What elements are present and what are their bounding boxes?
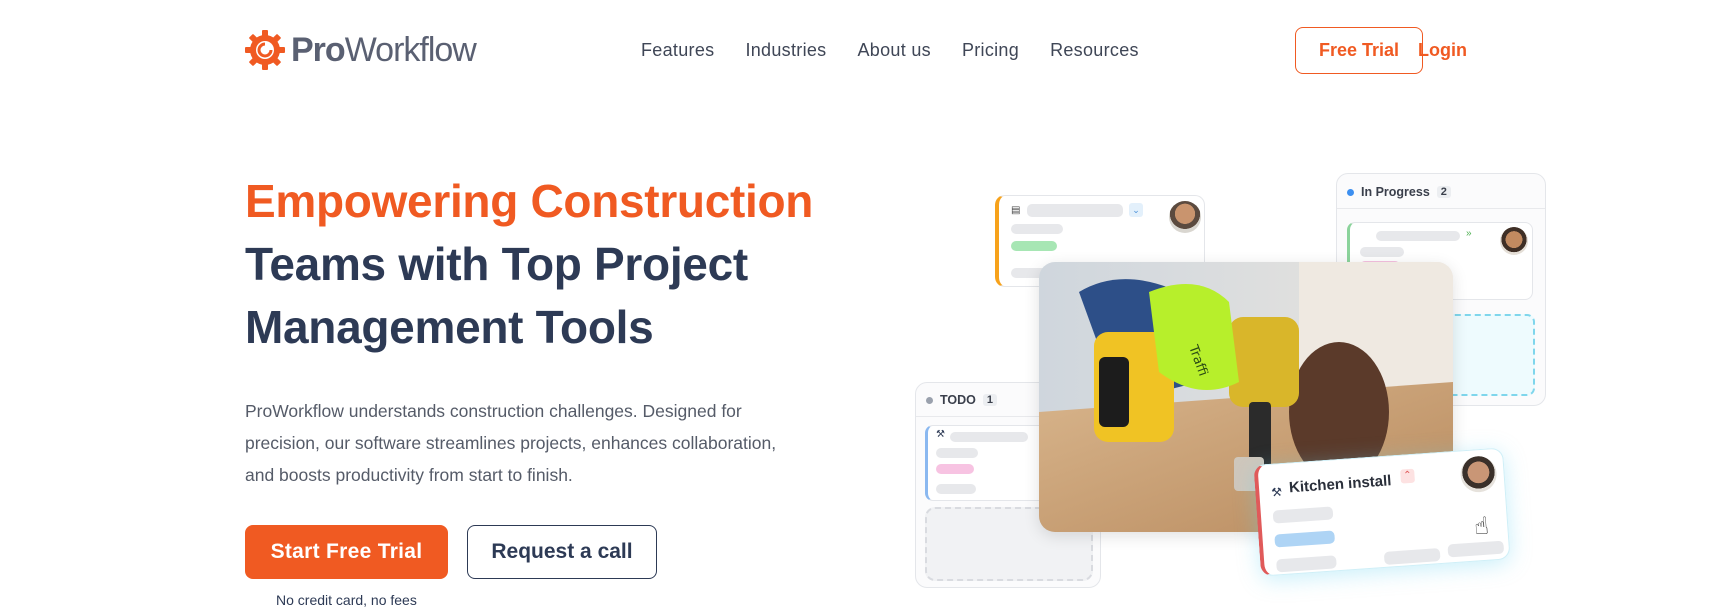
hammer-icon: ⚒ bbox=[936, 429, 945, 440]
hero-description: ProWorkflow understands construction cha… bbox=[245, 401, 777, 485]
kitchen-install-card[interactable]: ⚒ Kitchen install ⌃ ☝ bbox=[1253, 447, 1511, 577]
clipboard-icon: ▤ bbox=[1011, 205, 1021, 216]
priority-high-icon: ⌃ bbox=[1400, 468, 1416, 484]
kitchen-install-title: Kitchen install bbox=[1288, 472, 1392, 497]
gear-logo-icon bbox=[245, 30, 285, 70]
avatar bbox=[1500, 227, 1528, 255]
status-dot-icon bbox=[1347, 188, 1354, 196]
nav-features[interactable]: Features bbox=[641, 40, 714, 61]
hero-title: Empowering Construction Teams with Top P… bbox=[245, 170, 865, 359]
chevron-down-icon: ⌄ bbox=[1129, 203, 1143, 217]
start-free-trial-button[interactable]: Start Free Trial bbox=[245, 525, 448, 579]
login-button[interactable]: Login bbox=[1418, 40, 1467, 61]
in-progress-header: In Progress 2 bbox=[1347, 185, 1451, 199]
hammer-icon: ⚒ bbox=[1270, 484, 1283, 500]
nav-resources[interactable]: Resources bbox=[1050, 40, 1139, 61]
logo[interactable]: ProWorkflow bbox=[243, 28, 477, 72]
hand-cursor-icon: ☝ bbox=[1473, 512, 1490, 541]
hero-title-rest: Teams with Top Project Management Tools bbox=[245, 238, 748, 353]
nav-pricing[interactable]: Pricing bbox=[962, 40, 1019, 61]
todo-count: 1 bbox=[982, 394, 998, 406]
request-call-button[interactable]: Request a call bbox=[467, 525, 657, 579]
avatar bbox=[1169, 201, 1201, 233]
free-trial-button[interactable]: Free Trial bbox=[1295, 27, 1423, 74]
double-chevron-icon: » bbox=[1466, 228, 1472, 239]
no-fees-note: No credit card, no fees bbox=[276, 592, 417, 608]
logo-text: ProWorkflow bbox=[291, 30, 477, 69]
main-nav: Features Industries About us Pricing Res… bbox=[641, 40, 1139, 61]
in-progress-count: 2 bbox=[1436, 186, 1451, 198]
status-dot-icon bbox=[926, 396, 933, 404]
avatar bbox=[1459, 454, 1498, 494]
nav-about-us[interactable]: About us bbox=[857, 40, 930, 61]
todo-header: TODO 1 bbox=[926, 393, 998, 407]
nav-industries[interactable]: Industries bbox=[745, 40, 826, 61]
hero-title-accent: Empowering Construction bbox=[245, 175, 814, 227]
